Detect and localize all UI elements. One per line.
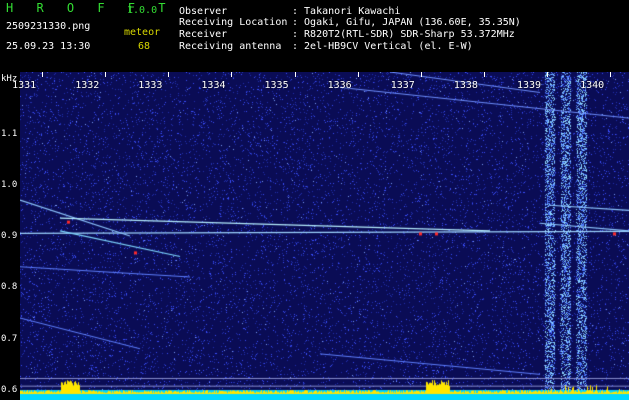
x-tick-label: 1339 bbox=[516, 80, 542, 91]
x-tick-mark bbox=[295, 72, 296, 77]
x-tick-label: 1334 bbox=[201, 80, 226, 91]
x-tick-mark bbox=[547, 72, 548, 77]
x-tick-label: 1335 bbox=[264, 80, 289, 91]
x-tick-mark bbox=[421, 72, 422, 77]
x-tick-label: 1337 bbox=[390, 80, 415, 91]
x-tick-label: 1331 bbox=[12, 80, 37, 91]
y-tick-label: 0.8 bbox=[1, 282, 18, 293]
file-name: 2509231330.png bbox=[6, 21, 91, 32]
x-tick-label: 1338 bbox=[453, 80, 478, 91]
receiver-value: : R820T2(RTL-SDR) SDR-Sharp 53.372MHz bbox=[292, 29, 515, 40]
receiver-label: Receiver bbox=[179, 29, 228, 40]
y-tick-label: 0.6 bbox=[1, 384, 18, 395]
x-tick-label: 1333 bbox=[138, 80, 163, 91]
x-tick-mark bbox=[42, 72, 43, 77]
date-time: 25.09.23 13:30 bbox=[6, 41, 91, 52]
spectrogram-canvas bbox=[20, 72, 629, 400]
x-tick-label: 1336 bbox=[327, 80, 352, 91]
meteor-count: 68 bbox=[138, 41, 151, 52]
x-tick-mark bbox=[610, 72, 611, 77]
y-tick-label: 1.1 bbox=[1, 128, 18, 139]
antenna-value: : 2el-HB9CV Vertical (el. E-W) bbox=[292, 41, 473, 52]
x-tick-mark bbox=[231, 72, 232, 77]
y-tick-label: 0.9 bbox=[1, 231, 18, 241]
app-version: 1.0.0 bbox=[127, 5, 158, 16]
x-tick-label: 1340 bbox=[580, 80, 605, 91]
x-tick-mark bbox=[168, 72, 169, 77]
y-tick-label: 1.0 bbox=[1, 179, 18, 190]
x-tick-label: 1332 bbox=[75, 80, 100, 91]
x-tick-mark bbox=[358, 72, 359, 77]
location-label: Receiving Location bbox=[179, 17, 288, 28]
antenna-label: Receiving antenna bbox=[179, 41, 282, 52]
observer-label: Observer bbox=[179, 6, 228, 17]
x-tick-mark bbox=[105, 72, 106, 77]
mode-label: meteor bbox=[124, 27, 161, 38]
x-tick-mark bbox=[484, 72, 485, 77]
location-value: : Ogaki, Gifu, JAPAN (136.60E, 35.35N) bbox=[292, 17, 521, 28]
observer-value: : Takanori Kawachi bbox=[292, 6, 401, 17]
y-tick-label: 0.7 bbox=[1, 333, 18, 344]
